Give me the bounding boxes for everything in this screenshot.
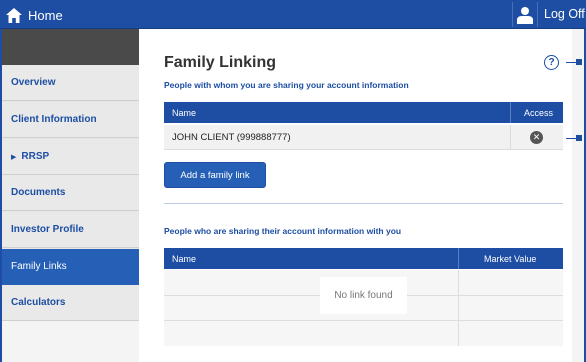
sidebar-item-label: Overview bbox=[11, 77, 56, 88]
column-header-name: Name bbox=[172, 108, 197, 118]
home-label: Home bbox=[28, 7, 63, 23]
caret-right-icon: ▶ bbox=[11, 153, 17, 161]
sharing-out-table-header: Name Access bbox=[164, 102, 563, 123]
sidebar-item-rrsp[interactable]: ▶ RRSP bbox=[2, 139, 139, 175]
top-bar: Home Log Off bbox=[0, 0, 586, 29]
section-divider bbox=[164, 203, 563, 204]
sharing-in-label: People who are sharing their account inf… bbox=[164, 226, 402, 236]
sidebar-item-client-information[interactable]: Client Information bbox=[2, 102, 139, 138]
sidebar-header bbox=[2, 29, 139, 65]
home-button[interactable]: Home bbox=[6, 6, 63, 24]
row-divider bbox=[164, 320, 563, 321]
sidebar-item-label: RRSP bbox=[21, 151, 50, 162]
linked-person-name: JOHN CLIENT (999888777) bbox=[172, 132, 291, 143]
column-divider bbox=[510, 125, 511, 150]
sidebar-item-documents[interactable]: Documents bbox=[2, 175, 139, 211]
help-icon[interactable]: ? bbox=[544, 55, 559, 70]
callout-marker bbox=[576, 59, 582, 65]
sidebar-item-label: Family Links bbox=[11, 261, 67, 272]
sidebar-item-overview[interactable]: Overview bbox=[2, 65, 139, 101]
sharing-out-label: People with whom you are sharing your ac… bbox=[164, 80, 409, 90]
column-divider bbox=[458, 270, 459, 346]
callout-marker bbox=[576, 135, 582, 141]
home-icon bbox=[6, 7, 22, 23]
column-header-market-value: Market Value bbox=[484, 254, 537, 264]
page-title: Family Linking bbox=[164, 54, 277, 71]
sidebar-item-label: Client Information bbox=[11, 114, 97, 125]
column-header-name: Name bbox=[172, 254, 197, 264]
remove-icon[interactable]: ✕ bbox=[530, 131, 543, 144]
sidebar-item-investor-profile[interactable]: Investor Profile bbox=[2, 212, 139, 248]
add-family-link-button[interactable]: Add a family link bbox=[164, 162, 266, 188]
sidebar-item-label: Investor Profile bbox=[11, 224, 84, 235]
sharing-in-table-header: Name Market Value bbox=[164, 248, 563, 269]
column-divider bbox=[458, 248, 459, 269]
logoff-link[interactable]: Log Off bbox=[544, 7, 585, 21]
empty-state-message: No link found bbox=[320, 277, 407, 314]
table-row: JOHN CLIENT (999888777) ✕ bbox=[164, 125, 563, 150]
user-profile-button[interactable] bbox=[512, 2, 538, 27]
sidebar: Overview Client Information ▶ RRSP Docum… bbox=[2, 65, 139, 321]
column-divider bbox=[510, 102, 511, 123]
sidebar-item-label: Documents bbox=[11, 187, 66, 198]
column-header-access: Access bbox=[524, 108, 554, 118]
sidebar-item-calculators[interactable]: Calculators bbox=[2, 285, 139, 321]
sidebar-item-family-links[interactable]: Family Links bbox=[2, 249, 139, 285]
user-icon bbox=[517, 6, 533, 24]
sidebar-item-label: Calculators bbox=[11, 297, 66, 308]
